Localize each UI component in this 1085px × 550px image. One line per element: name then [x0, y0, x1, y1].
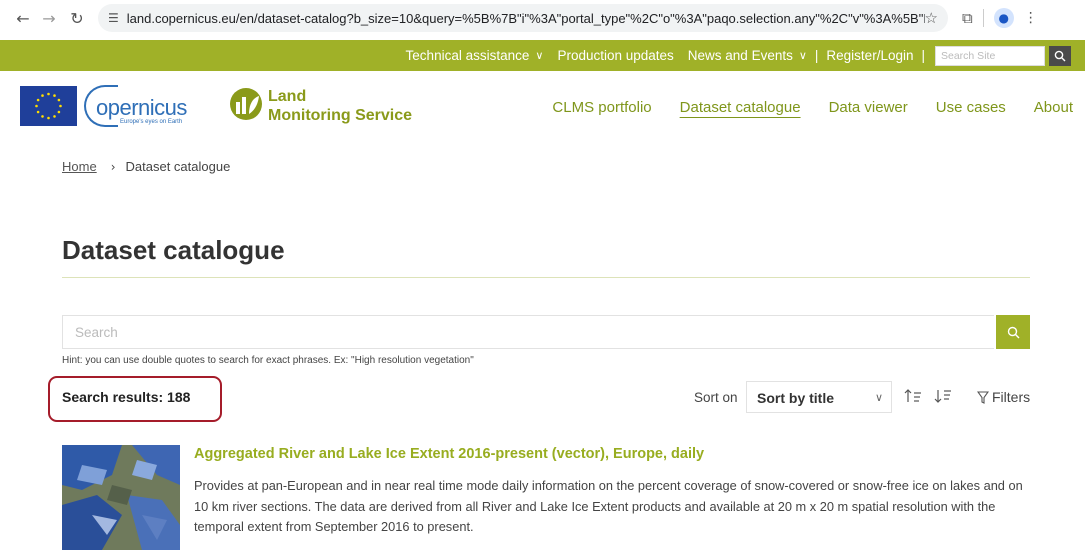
browser-menu-icon[interactable]: ⋮ [1024, 10, 1038, 26]
breadcrumb-current: Dataset catalogue [125, 159, 231, 174]
clms-line1: Land [268, 88, 307, 105]
sort-on-label: Sort on [694, 390, 738, 405]
technical-assistance-menu[interactable]: Technical assistance ∨ [406, 48, 544, 63]
page-title: Dataset catalogue [62, 235, 285, 265]
copernicus-logo[interactable]: opernicus Europe's eyes on Earth [84, 85, 210, 127]
nav-clms-portfolio[interactable]: CLMS portfolio [552, 99, 651, 116]
chevron-down-icon: ∨ [798, 49, 807, 62]
nav-data-viewer[interactable]: Data viewer [829, 99, 908, 116]
search-hint: Hint: you can use double quotes to searc… [62, 355, 474, 366]
site-header: opernicus Europe's eyes on Earth Land Mo… [0, 80, 1085, 138]
breadcrumb-home-link[interactable]: Home [62, 159, 97, 174]
sort-select[interactable]: Sort by title ∨ [746, 381, 892, 413]
eu-flag-logo[interactable] [20, 86, 77, 126]
nav-use-cases[interactable]: Use cases [936, 99, 1006, 116]
chevron-right-icon: › [110, 159, 116, 174]
sort-ascending-icon[interactable] [904, 388, 922, 404]
register-login-link[interactable]: Register/Login [826, 48, 913, 63]
clms-leaf-icon[interactable] [228, 86, 264, 122]
address-bar[interactable]: ☰ land.copernicus.eu/en/dataset-catalog?… [98, 4, 948, 32]
sort-select-value: Sort by title [757, 390, 835, 406]
bookmark-star-icon[interactable]: ☆ [925, 9, 938, 27]
url-text[interactable]: land.copernicus.eu/en/dataset-catalog?b_… [127, 11, 925, 26]
divider: | [814, 48, 819, 63]
forward-arrow-icon[interactable]: → [38, 9, 60, 28]
annotation-highlight-box [48, 376, 222, 422]
breadcrumb: Home › Dataset catalogue [62, 159, 230, 174]
profile-avatar-icon[interactable]: ● [993, 8, 1014, 28]
back-arrow-icon[interactable]: ← [12, 9, 34, 28]
nav-about[interactable]: About [1034, 99, 1073, 116]
production-updates-link[interactable]: Production updates [557, 48, 673, 63]
divider: | [921, 48, 925, 63]
sort-descending-icon[interactable] [934, 388, 952, 404]
technical-assistance-label: Technical assistance [405, 48, 530, 63]
search-icon [1054, 50, 1066, 61]
site-settings-icon[interactable]: ☰ [108, 11, 119, 25]
utility-bar: Technical assistance ∨ Production updates… [0, 40, 1085, 71]
main-navigation: CLMS portfolio Dataset catalogue Data vi… [524, 99, 1073, 116]
reload-icon[interactable]: ↻ [66, 9, 88, 28]
filters-label: Filters [992, 389, 1031, 405]
site-search-button[interactable] [1049, 45, 1071, 66]
nav-dataset-catalogue[interactable]: Dataset catalogue [680, 99, 801, 116]
extensions-icon[interactable]: ⧉ [962, 9, 973, 27]
site-search-input[interactable]: Search Site [935, 45, 1045, 66]
result-title-link[interactable]: Aggregated River and Lake Ice Extent 201… [194, 446, 704, 462]
search-icon [1007, 326, 1019, 338]
clms-line2: Monitoring Service [268, 107, 413, 124]
result-thumbnail[interactable] [62, 445, 180, 550]
catalog-search-button[interactable] [996, 315, 1030, 349]
news-events-label: News and Events [687, 48, 793, 63]
filters-button[interactable]: Filters [977, 389, 1030, 405]
chevron-down-icon: ∨ [874, 391, 883, 404]
news-events-menu[interactable]: News and Events ∨ [688, 48, 807, 63]
chevron-down-icon: ∨ [535, 49, 544, 62]
result-description: Provides at pan-European and in near rea… [194, 478, 1023, 534]
toolbar-divider [982, 9, 984, 27]
clms-logo-text[interactable]: Land Monitoring Service [268, 87, 412, 125]
copernicus-tagline: Europe's eyes on Earth [120, 119, 183, 125]
catalog-search-input[interactable]: Search [62, 315, 994, 349]
filter-funnel-icon [977, 390, 989, 404]
browser-toolbar: ← → ↻ ☰ land.copernicus.eu/en/dataset-ca… [0, 0, 1085, 36]
title-divider [62, 277, 1030, 278]
copernicus-wordmark: opernicus [96, 95, 187, 120]
